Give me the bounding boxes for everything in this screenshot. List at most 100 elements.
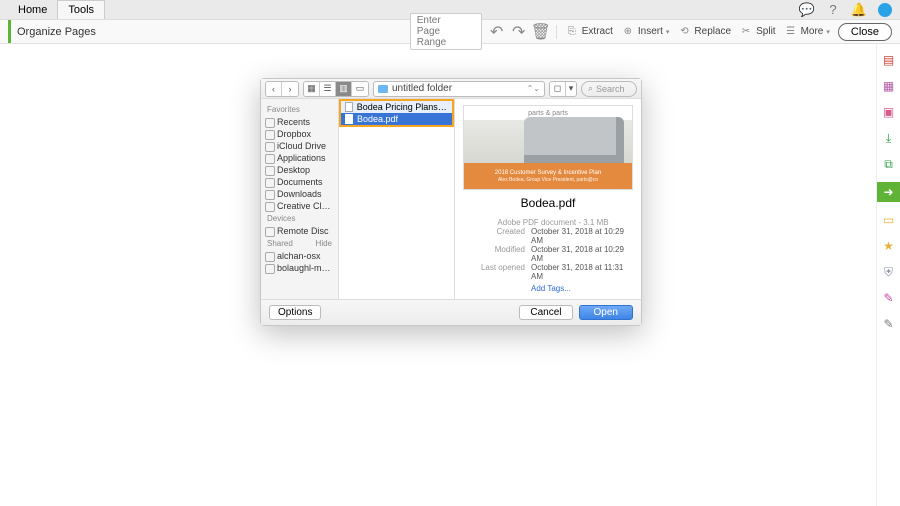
send-icon[interactable]: ➜ xyxy=(877,182,900,202)
sidebar-item-applications[interactable]: Applications xyxy=(261,152,338,164)
more-button[interactable]: ☰More ▾ xyxy=(784,25,830,39)
comment-icon[interactable]: ▭ xyxy=(881,212,897,228)
cancel-button[interactable]: Cancel xyxy=(519,305,572,320)
tag-seg: ◻ ▾ xyxy=(549,81,577,97)
pdf-icon[interactable]: ▤ xyxy=(881,52,897,68)
file-row[interactable]: Bodea.pdf xyxy=(339,113,454,127)
dialog-toolbar: ‹ › ▦ ☰ ▥ ▭ untitled folder ⌃⌄ ◻ ▾ ⌕ Sea… xyxy=(261,79,641,99)
folder-icon xyxy=(378,85,388,93)
path-label: untitled folder xyxy=(392,83,452,94)
file-icon xyxy=(345,114,353,124)
extract-icon: ⎘ xyxy=(565,25,579,39)
sidebar-item-recents[interactable]: Recents xyxy=(261,116,338,128)
tab-home[interactable]: Home xyxy=(8,1,57,19)
file-icon xyxy=(345,102,353,112)
sidebar-item-remotedisc[interactable]: Remote Disc xyxy=(261,225,338,237)
close-button[interactable]: Close xyxy=(838,23,892,41)
thumb-band: 2018 Customer Survey & Incentive Plan Al… xyxy=(464,163,632,189)
meta-value: October 31, 2018 at 11:31 AM xyxy=(531,263,633,281)
redact-icon[interactable]: ✎ xyxy=(881,316,897,332)
tag-button[interactable]: ◻ xyxy=(550,82,566,96)
insert-icon: ⊕ xyxy=(621,25,635,39)
insert-button[interactable]: ⊕Insert ▾ xyxy=(621,25,670,39)
search-icon: ⌕ xyxy=(588,83,593,94)
open-button[interactable]: Open xyxy=(579,305,633,320)
tag-menu[interactable]: ▾ xyxy=(566,82,576,96)
extract-button[interactable]: ⎘Extract xyxy=(565,25,613,39)
view-seg: ▦ ☰ ▥ ▭ xyxy=(303,81,369,97)
preview-kind: Adobe PDF document - 3.1 MB xyxy=(473,218,633,227)
search-input[interactable]: ⌕ Search xyxy=(581,81,637,97)
sidebar-hide[interactable]: Hide xyxy=(316,239,332,248)
sidebar-item-shared-0[interactable]: alchan-osx xyxy=(261,250,338,262)
star-icon[interactable]: ★ xyxy=(881,238,897,254)
forward-button[interactable]: › xyxy=(282,82,298,96)
path-selector[interactable]: untitled folder ⌃⌄ xyxy=(373,81,545,97)
export-icon[interactable]: ⤓ xyxy=(881,130,897,146)
sidebar-head-shared: SharedHide xyxy=(261,237,338,250)
insert-label: Insert xyxy=(638,26,663,37)
organize-icon[interactable]: ▦ xyxy=(881,78,897,94)
delete-icon[interactable]: 🗑 xyxy=(534,25,548,39)
organize-toolbar: Organize Pages Enter Page Range ↶ ↷ 🗑 ⎘E… xyxy=(0,20,900,44)
split-button[interactable]: ✂Split xyxy=(739,25,775,39)
meta-key: Last opened xyxy=(467,263,525,281)
view-gallery[interactable]: ▭ xyxy=(352,82,368,96)
meta-value: October 31, 2018 at 10:29 AM xyxy=(531,227,633,245)
sidebar-item-dropbox[interactable]: Dropbox xyxy=(261,128,338,140)
file-list: Bodea Pricing Plans.pdf Bodea.pdf xyxy=(339,99,455,299)
more-icon: ☰ xyxy=(784,25,798,39)
view-icons[interactable]: ▦ xyxy=(304,82,320,96)
view-columns[interactable]: ▥ xyxy=(336,82,352,96)
tab-tools[interactable]: Tools xyxy=(57,0,105,19)
split-icon: ✂ xyxy=(739,25,753,39)
rotate-right-icon[interactable]: ↷ xyxy=(512,25,526,39)
sidebar-item-creativecloud[interactable]: Creative Cloud... xyxy=(261,200,338,212)
replace-button[interactable]: ⟲Replace xyxy=(677,25,731,39)
add-tags-link[interactable]: Add Tags... xyxy=(531,284,633,293)
sidebar-item-downloads[interactable]: Downloads xyxy=(261,188,338,200)
file-name: Bodea.pdf xyxy=(357,114,398,124)
dialog-footer: Options Cancel Open xyxy=(261,299,641,325)
preview-title: Bodea.pdf xyxy=(521,196,576,210)
rotate-left-icon[interactable]: ↶ xyxy=(490,25,504,39)
sidebar-item-documents[interactable]: Documents xyxy=(261,176,338,188)
sidebar-head-devices: Devices xyxy=(261,212,338,225)
sidebar-item-icloud[interactable]: iCloud Drive xyxy=(261,140,338,152)
preview-pane: parts & parts 2018 Customer Survey & Inc… xyxy=(455,99,641,299)
extract-label: Extract xyxy=(582,26,613,37)
nav-seg: ‹ › xyxy=(265,81,299,97)
replace-label: Replace xyxy=(694,26,731,37)
split-label: Split xyxy=(756,26,775,37)
open-file-dialog: ‹ › ▦ ☰ ▥ ▭ untitled folder ⌃⌄ ◻ ▾ ⌕ Sea… xyxy=(260,78,642,326)
back-button[interactable]: ‹ xyxy=(266,82,282,96)
more-label: More xyxy=(801,26,824,37)
shield-icon[interactable]: ⛨ xyxy=(881,264,897,280)
file-row[interactable]: Bodea Pricing Plans.pdf xyxy=(339,99,454,113)
stamp-icon[interactable]: ▣ xyxy=(881,104,897,120)
dialog-sidebar: Favorites Recents Dropbox iCloud Drive A… xyxy=(261,99,339,299)
replace-icon: ⟲ xyxy=(677,25,691,39)
thumb-band-sub: Alex Bodea, Group Vice President, parts@… xyxy=(498,177,598,183)
avatar[interactable] xyxy=(878,3,892,17)
meta-value: October 31, 2018 at 10:29 AM xyxy=(531,245,633,263)
right-rail: ▤ ▦ ▣ ⤓ ⧉ ➜ ▭ ★ ⛨ ✎ ✎ xyxy=(876,44,900,506)
sidebar-item-desktop[interactable]: Desktop xyxy=(261,164,338,176)
bell-icon[interactable]: 🔔 xyxy=(852,3,866,17)
meta-key: Modified xyxy=(467,245,525,263)
page-range-input[interactable]: Enter Page Range xyxy=(410,13,482,50)
meta-key: Created xyxy=(467,227,525,245)
page-title: Organize Pages xyxy=(8,20,96,43)
search-placeholder: Search xyxy=(596,84,625,94)
sidebar-head-favorites: Favorites xyxy=(261,103,338,116)
file-name: Bodea Pricing Plans.pdf xyxy=(357,102,448,112)
sidebar-item-shared-1[interactable]: bolaughl-mac... xyxy=(261,262,338,274)
preview-thumbnail: parts & parts 2018 Customer Survey & Inc… xyxy=(463,105,633,190)
chevron-updown-icon: ⌃⌄ xyxy=(527,84,540,93)
combine-icon[interactable]: ⧉ xyxy=(881,156,897,172)
sign-icon[interactable]: ✎ xyxy=(881,290,897,306)
thumb-band-title: 2018 Customer Survey & Incentive Plan xyxy=(495,170,601,176)
thumb-image xyxy=(464,120,632,163)
view-list[interactable]: ☰ xyxy=(320,82,336,96)
options-button[interactable]: Options xyxy=(269,305,321,320)
